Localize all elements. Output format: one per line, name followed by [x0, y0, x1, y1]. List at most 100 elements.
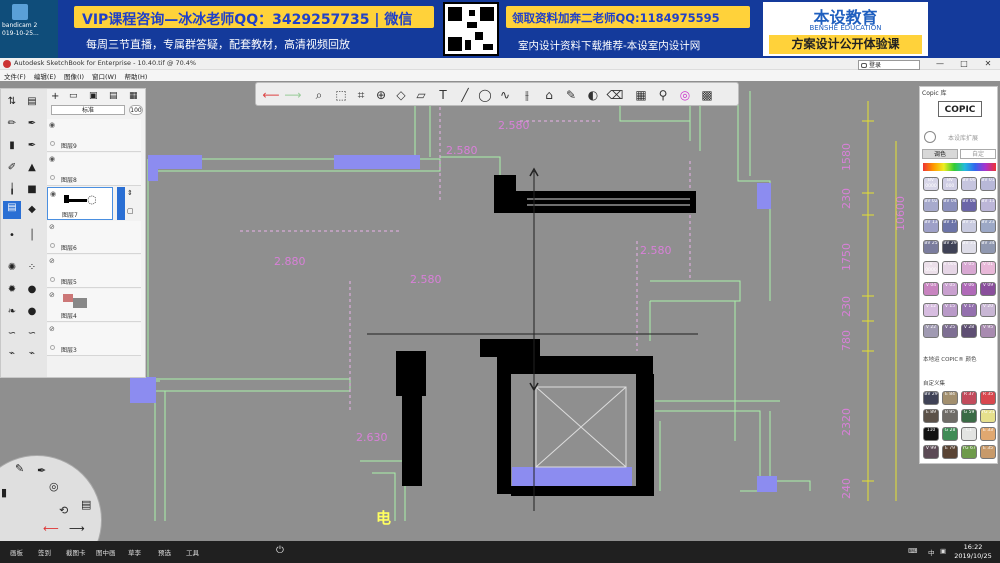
brush-wave2-icon[interactable]: ∽: [25, 327, 39, 341]
layer-tool-icon[interactable]: ▤: [81, 498, 91, 511]
copic-swatch[interactable]: BV 01: [980, 177, 996, 191]
layer-item[interactable]: ⊘ 图层5: [47, 255, 141, 288]
brush-leaf-icon[interactable]: ❧: [5, 305, 19, 319]
brush-spot-icon[interactable]: ●: [25, 283, 39, 297]
brush-blob-icon[interactable]: ●: [25, 305, 39, 319]
copic-swatch[interactable]: BV 13: [923, 219, 939, 233]
task-item[interactable]: 截图卡: [66, 547, 86, 557]
lock-dot[interactable]: [50, 175, 55, 180]
brush-splatter-icon[interactable]: ✺: [5, 261, 19, 275]
brush-settings-icon[interactable]: ⇅: [5, 95, 19, 109]
hidden-eye-icon[interactable]: ⊘: [49, 291, 55, 299]
custom-swatch[interactable]: B 95: [942, 409, 958, 423]
task-item[interactable]: 工具: [186, 547, 199, 557]
copic-swatch[interactable]: V 25: [942, 324, 958, 338]
brush-stroke2-icon[interactable]: ⌁: [25, 347, 39, 361]
ellipse-icon[interactable]: ◯: [476, 86, 494, 104]
crop-icon[interactable]: ⌗: [352, 86, 370, 104]
copic-swatch[interactable]: V 17: [961, 303, 977, 317]
task-item[interactable]: 预选: [158, 547, 171, 557]
close-button[interactable]: ✕: [976, 58, 1000, 70]
transform-tool-icon[interactable]: ⟲: [59, 504, 68, 517]
custom-swatch[interactable]: R 35: [980, 391, 996, 405]
copic-swatch[interactable]: BV 02: [923, 198, 939, 212]
delete-layer-icon[interactable]: ▦: [129, 91, 138, 101]
layer-opacity-bar[interactable]: [117, 187, 125, 220]
pen-tool-icon[interactable]: ✒: [37, 464, 46, 477]
keyboard-icon[interactable]: ⌨: [908, 547, 917, 555]
task-item[interactable]: 图中画: [96, 547, 116, 557]
layer-item-selected[interactable]: ◉ 图层7: [47, 187, 113, 220]
undo-tool-icon[interactable]: ⟵: [43, 522, 59, 535]
copic-swatch[interactable]: V 05: [942, 282, 958, 296]
layer-menu-icon[interactable]: ⇕: [127, 189, 133, 197]
copic-swatch[interactable]: V 05: [961, 261, 977, 275]
brush-fine-icon[interactable]: ╽: [5, 183, 19, 197]
custom-swatch[interactable]: YG 67: [961, 445, 977, 459]
redo-icon[interactable]: ⟶: [284, 86, 302, 104]
copic-swatch[interactable]: V 95: [980, 324, 996, 338]
custom-swatch[interactable]: BV 29: [923, 391, 939, 405]
color-wheel-icon[interactable]: ◎: [676, 86, 694, 104]
custom-swatch[interactable]: G 28: [942, 427, 958, 441]
copic-swatch[interactable]: BV 34: [980, 240, 996, 254]
copic-swatch[interactable]: BV 23: [980, 219, 996, 233]
copic-swatch[interactable]: V 09: [980, 282, 996, 296]
login-dropdown[interactable]: 登录: [858, 60, 920, 70]
color-tool-icon[interactable]: ◎: [49, 480, 59, 493]
layer-item[interactable]: ◉ 图层9: [47, 119, 141, 152]
brush-pencil-icon[interactable]: ✏: [5, 117, 19, 131]
zoom-icon[interactable]: ⌕: [310, 86, 328, 104]
layer-item[interactable]: ◉ 图层8: [47, 153, 141, 186]
copic-swatch[interactable]: V 04: [923, 282, 939, 296]
lock-dot[interactable]: [50, 345, 55, 350]
text-icon[interactable]: T: [434, 86, 452, 104]
copic-swatch[interactable]: V 20: [980, 303, 996, 317]
brush-dot-icon[interactable]: •: [5, 229, 19, 243]
brush-wedge-icon[interactable]: ◆: [25, 203, 39, 217]
layer-opacity[interactable]: 100: [129, 105, 143, 115]
add-layer-icon[interactable]: +: [51, 91, 59, 102]
copic-swatch[interactable]: BV 08: [961, 198, 977, 212]
brush-wave-icon[interactable]: ∽: [5, 327, 19, 341]
custom-swatch[interactable]: R 37: [961, 391, 977, 405]
custom-swatch[interactable]: E 84: [942, 391, 958, 405]
brush-line-icon[interactable]: │: [25, 229, 39, 243]
brush-ink-icon[interactable]: ✒: [25, 139, 39, 153]
custom-swatch[interactable]: E 79: [942, 445, 958, 459]
maximize-button[interactable]: □: [952, 58, 976, 70]
hidden-eye-icon[interactable]: ⊘: [49, 257, 55, 265]
custom-swatch[interactable]: E 35: [980, 445, 996, 459]
copic-swatch[interactable]: BV 17: [942, 219, 958, 233]
fill-icon[interactable]: ◐: [584, 86, 602, 104]
eye-icon[interactable]: ◉: [50, 190, 56, 198]
eye-icon[interactable]: ◉: [49, 155, 55, 163]
brush-tool-icon[interactable]: ✎: [15, 462, 24, 475]
drawing-canvas[interactable]: 2.580 2.580 2.580 2.880 2.580 2.630 1580…: [0, 81, 1000, 541]
lagoon-icon[interactable]: ▦: [632, 86, 650, 104]
brush-airbrush-icon[interactable]: ✐: [5, 161, 19, 175]
custom-swatch[interactable]: G 59: [961, 409, 977, 423]
clock[interactable]: 16:22 2019/10/25: [950, 543, 996, 561]
copic-color-icon[interactable]: [924, 131, 936, 143]
line-icon[interactable]: ╱: [456, 86, 474, 104]
transform-icon[interactable]: ⊕: [372, 86, 390, 104]
distort-icon[interactable]: ◇: [392, 86, 410, 104]
layout-icon[interactable]: ▩: [698, 86, 716, 104]
copic-swatch[interactable]: BV 0000: [923, 177, 939, 191]
brush-block-icon[interactable]: ■: [25, 183, 39, 197]
power-icon[interactable]: ⏻: [276, 545, 284, 556]
copic-swatch[interactable]: V 06: [961, 282, 977, 296]
hidden-eye-icon[interactable]: ⊘: [49, 325, 55, 333]
brush-spray-icon[interactable]: ✹: [5, 283, 19, 297]
symmetry-icon[interactable]: ⫲: [518, 86, 536, 104]
lock-dot[interactable]: [50, 141, 55, 146]
eye-icon[interactable]: ◉: [49, 121, 55, 129]
brush-marker-icon[interactable]: ▮: [5, 139, 19, 153]
brush-selected-icon[interactable]: ▤: [3, 201, 21, 219]
blend-mode-select[interactable]: 标准: [51, 105, 125, 115]
copic-swatch[interactable]: BV 25: [923, 240, 939, 254]
desktop-shortcut[interactable]: bandicam 2 019-10-25...: [0, 0, 58, 58]
fill-tool-icon[interactable]: ▮: [1, 486, 7, 499]
brush-icon[interactable]: ✎: [562, 86, 580, 104]
